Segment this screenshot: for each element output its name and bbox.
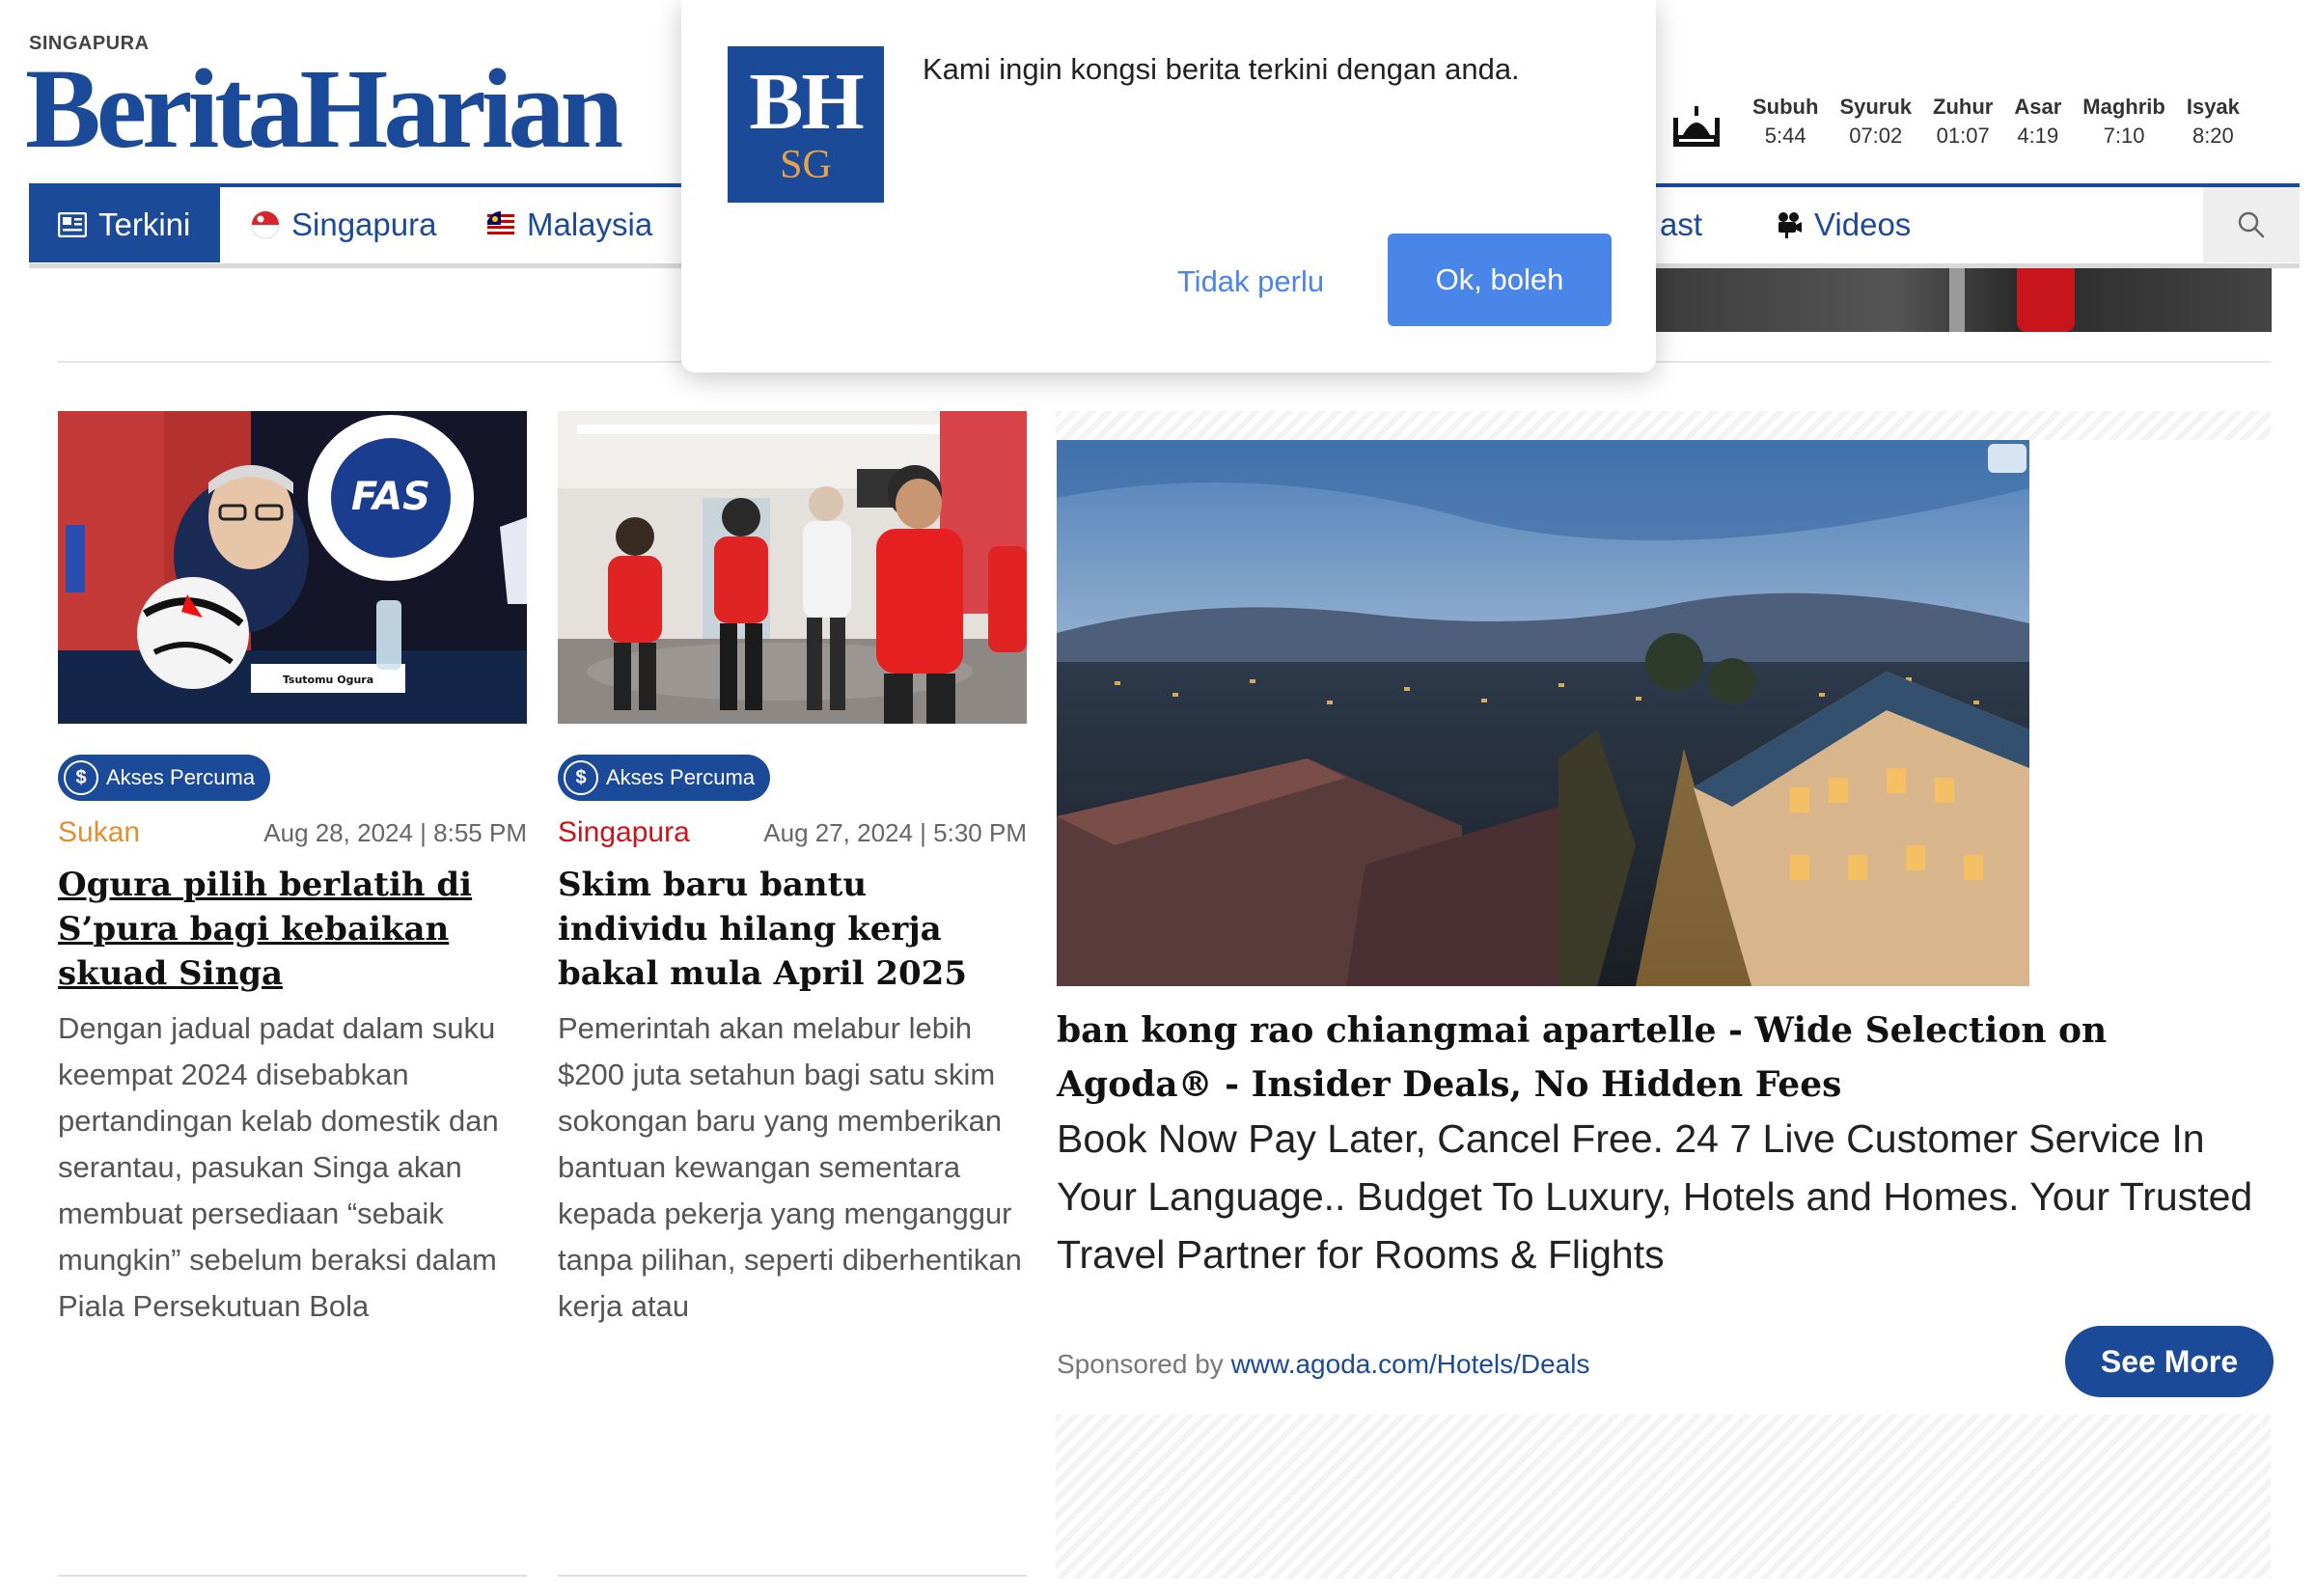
article-card[interactable]: $ Akses Percuma Singapura Aug 27, 2024 |… — [558, 411, 1027, 1330]
prayer-name: Maghrib — [2082, 95, 2165, 119]
ad-sponsor: Sponsored by www.agoda.com/Hotels/Deals — [1057, 1349, 1590, 1380]
see-more-button[interactable]: See More — [2065, 1326, 2274, 1397]
nameplate: Tsutomu Ogura — [283, 674, 373, 686]
prayer-subuh: Subuh 5:44 — [1752, 95, 1818, 149]
ad-sponsored-label: Sponsored by — [1057, 1349, 1224, 1379]
video-camera-icon — [1778, 212, 1802, 238]
prayer-time: 07:02 — [1849, 124, 1903, 148]
card-divider — [558, 1575, 1027, 1577]
nav-label: Singapura — [291, 206, 437, 242]
badge-label: Akses Percuma — [606, 765, 756, 789]
search-icon — [2238, 211, 2265, 238]
prayer-times: Subuh 5:44 Syuruk 07:02 Zuhur 01:07 Asar… — [1669, 95, 2306, 164]
ad-body[interactable]: Book Now Pay Later, Cancel Free. 24 7 Li… — [1057, 1110, 2273, 1283]
adchoices-icon[interactable] — [1988, 444, 2026, 473]
article-image[interactable]: FAS Tsutomu Ogura — [58, 411, 527, 724]
accept-button[interactable]: Ok, boleh — [1388, 234, 1612, 326]
nav-label: Videos — [1814, 206, 1912, 242]
ad-title[interactable]: ban kong rao chiangmai apartelle - Wide … — [1057, 1004, 2273, 1112]
prayer-isyak: Isyak 8:20 — [2187, 95, 2240, 149]
dollar-icon: $ — [64, 760, 98, 795]
prayer-name: Subuh — [1752, 95, 1819, 119]
mosque-icon — [1673, 106, 1720, 147]
prayer-time: 5:44 — [1764, 124, 1806, 148]
strip-decor — [2017, 268, 2075, 332]
bh-sg-logo: BH SG — [728, 46, 884, 203]
prayer-time: 7:10 — [2103, 124, 2145, 148]
prayer-syuruk: Syuruk 07:02 — [1839, 95, 1912, 149]
malaysia-flag-icon — [487, 211, 514, 238]
article-date: Aug 27, 2024 | 5:30 PM — [763, 818, 1027, 847]
nav-label: Malaysia — [527, 206, 653, 242]
prayer-name: Syuruk — [1839, 95, 1913, 119]
nav-item-videos[interactable]: Videos — [1747, 187, 1940, 262]
strip-decor — [1949, 268, 1965, 332]
prayer-maghrib: Maghrib 7:10 — [2082, 95, 2165, 149]
ad-placeholder — [1056, 411, 2271, 440]
singapore-flag-icon — [251, 210, 280, 239]
article-category[interactable]: Sukan — [58, 816, 140, 849]
nav-label: Terkini — [98, 206, 191, 242]
prayer-name: Asar — [2014, 95, 2062, 119]
notification-message: Kami ingin kongsi berita terkini dengan … — [923, 52, 1520, 86]
prayer-time: 4:19 — [2017, 124, 2059, 148]
nav-item-malaysia[interactable]: Malaysia — [457, 187, 681, 262]
featured-strip-image[interactable] — [1640, 268, 2272, 332]
logo-sg: SG — [780, 143, 832, 187]
badge-label: Akses Percuma — [106, 765, 256, 789]
article-photo-visit — [558, 411, 1027, 724]
article-photo-football: FAS Tsutomu Ogura — [58, 411, 527, 724]
prayer-time: 01:07 — [1936, 124, 1990, 148]
prayer-name: Isyak — [2186, 95, 2240, 119]
article-headline[interactable]: Skim baru bantu individu hilang kerja ba… — [558, 863, 1027, 996]
newspaper-icon — [58, 212, 87, 237]
notification-prompt: BH SG Kami ingin kongsi berita terkini d… — [681, 0, 1656, 372]
prayer-name: Zuhur — [1933, 95, 1994, 119]
ad-image[interactable] — [1057, 440, 2029, 986]
logo-bh: BH — [749, 57, 864, 147]
ad-placeholder — [1056, 1415, 2271, 1579]
ad-photo-city — [1057, 440, 2029, 986]
free-access-badge: $ Akses Percuma — [558, 755, 771, 801]
article-summary: Dengan jadual padat dalam suku keempat 2… — [58, 1011, 499, 1323]
site-logo[interactable]: BeritaHarian — [25, 52, 623, 166]
card-divider — [58, 1575, 527, 1577]
article-headline[interactable]: Ogura pilih berlatih di S’pura bagi keba… — [58, 863, 527, 996]
article-image[interactable] — [558, 411, 1027, 724]
article-card[interactable]: FAS Tsutomu Ogura $ Akses Percuma Sukan … — [58, 411, 527, 1330]
nav-item-singapura[interactable]: Singapura — [222, 187, 465, 262]
article-meta: Sukan Aug 28, 2024 | 8:55 PM — [58, 816, 527, 849]
search-button[interactable] — [2203, 187, 2300, 262]
article-category[interactable]: Singapura — [558, 816, 690, 849]
ad-sponsor-link[interactable]: www.agoda.com/Hotels/Deals — [1231, 1349, 1590, 1379]
article-date: Aug 28, 2024 | 8:55 PM — [263, 818, 527, 847]
prayer-time: 8:20 — [2192, 124, 2234, 148]
decline-button[interactable]: Tidak perlu — [1154, 235, 1347, 328]
svg-text:FAS: FAS — [351, 475, 430, 519]
article-summary: Pemerintah akan melabur lebih $200 juta … — [558, 1011, 1022, 1323]
nav-label: ast — [1660, 206, 1703, 242]
prayer-asar: Asar 4:19 — [2014, 95, 2061, 149]
dollar-icon: $ — [564, 760, 598, 795]
prayer-zuhur: Zuhur 01:07 — [1933, 95, 1993, 149]
free-access-badge: $ Akses Percuma — [58, 755, 271, 801]
nav-item-terkini[interactable]: Terkini — [29, 187, 220, 262]
article-meta: Singapura Aug 27, 2024 | 5:30 PM — [558, 816, 1027, 849]
